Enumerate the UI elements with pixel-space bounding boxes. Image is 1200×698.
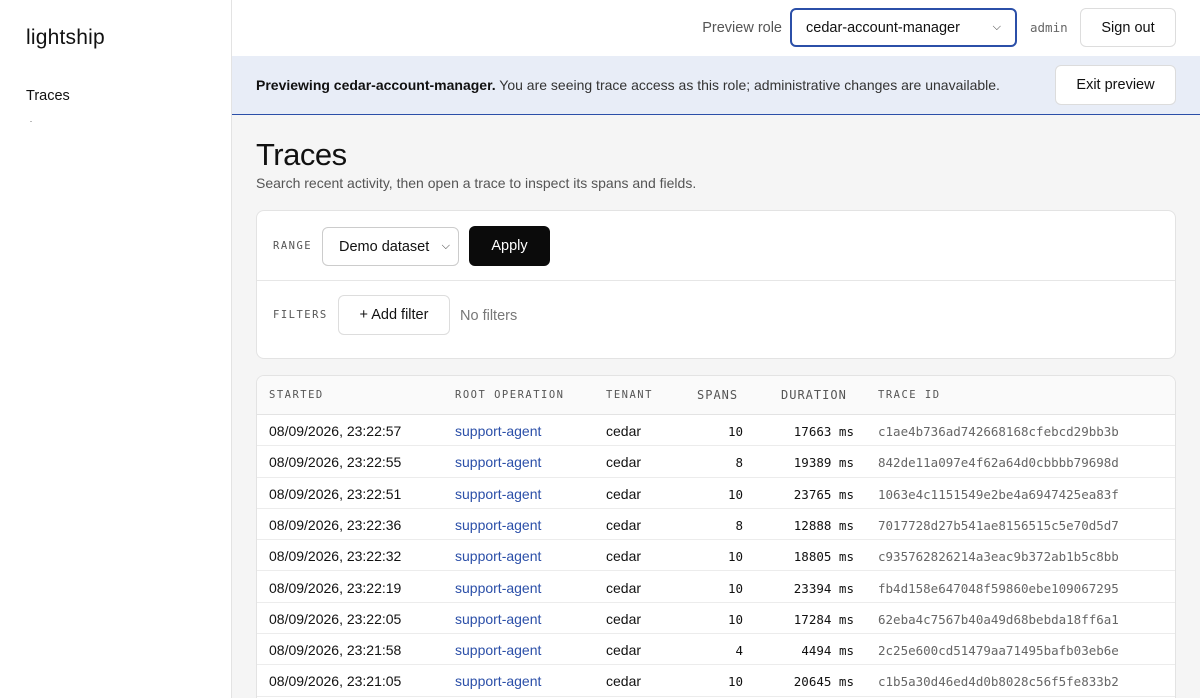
- preview-banner-text: Previewing cedar-account-manager. You ar…: [256, 77, 1000, 93]
- column-header-trace-id[interactable]: TRACE ID: [878, 389, 941, 401]
- preview-role-select[interactable]: cedar-account-manager ⌵: [790, 8, 1017, 47]
- brand-logo[interactable]: lightship: [26, 26, 105, 50]
- cell-root-operation-link[interactable]: support-agent: [455, 423, 541, 439]
- preview-banner-message: You are seeing trace access as this role…: [495, 77, 1000, 93]
- current-user: admin: [1030, 20, 1068, 35]
- cell-spans: 10: [727, 580, 743, 596]
- cell-trace-id: c1b5a30d46ed4d0b8028c56f5fe833b2: [878, 674, 1119, 690]
- cell-trace-id: 2c25e600cd51479aa71495bafb03eb6e: [878, 643, 1119, 659]
- cell-tenant: cedar: [606, 485, 642, 502]
- cell-duration: 4494 ms: [801, 643, 854, 659]
- cell-root-operation-link[interactable]: support-agent: [455, 517, 541, 533]
- filters-label: FILTERS: [273, 309, 328, 321]
- add-filter-button[interactable]: + Add filter: [338, 295, 450, 335]
- cell-duration: 19389 ms: [793, 455, 854, 471]
- cell-started: 08/09/2026, 23:22:36: [269, 516, 402, 533]
- cell-trace-id: 1063e4c1151549e2be4a6947425ea83f: [878, 486, 1119, 502]
- table-row[interactable]: 08/09/2026, 23:22:55 support-agent cedar 8 1…: [257, 446, 1175, 478]
- cell-root-operation-link[interactable]: support-agent: [455, 548, 541, 564]
- table-row[interactable]: 08/09/2026, 23:22:32 support-agent cedar 10…: [257, 540, 1175, 572]
- cell-spans: 10: [727, 486, 743, 502]
- cell-tenant: cedar: [606, 548, 642, 565]
- traces-table: STARTED ROOT OPERATION TENANT SPANS DURA…: [256, 375, 1176, 698]
- column-header-spans[interactable]: SPANS: [697, 388, 738, 402]
- preview-role-value: cedar-account-manager: [806, 19, 960, 36]
- cell-root-operation-link[interactable]: support-agent: [455, 454, 541, 470]
- preview-banner-role: Previewing cedar-account-manager.: [256, 77, 496, 93]
- cell-tenant: cedar: [606, 454, 642, 471]
- cell-trace-id: 62eba4c7567b40a49d68bebda18ff6a1: [878, 611, 1119, 627]
- cell-duration: 17284 ms: [793, 611, 854, 627]
- preview-role-label: Preview role: [702, 20, 782, 36]
- cell-trace-id: 842de11a097e4f62a64d0cbbbb79698d: [878, 455, 1119, 471]
- cell-started: 08/09/2026, 23:22:51: [269, 485, 402, 502]
- cell-trace-id: 7017728d27b541ae8156515c5e70d5d7: [878, 517, 1119, 533]
- cell-started: 08/09/2026, 23:22:32: [269, 548, 402, 565]
- table-row[interactable]: 08/09/2026, 23:22:05 support-agent cedar 10…: [257, 603, 1175, 635]
- exit-preview-button[interactable]: Exit preview: [1055, 65, 1176, 105]
- no-filters-text: No filters: [460, 308, 518, 324]
- cell-tenant: cedar: [606, 673, 642, 690]
- cell-started: 08/09/2026, 23:22:55: [269, 454, 402, 471]
- cell-spans: 4: [735, 643, 743, 659]
- cell-trace-id: fb4d158e647048f59860ebe109067295: [878, 580, 1119, 596]
- cell-spans: 10: [727, 674, 743, 690]
- table-row[interactable]: 08/09/2026, 23:22:36 support-agent cedar 8 1…: [257, 509, 1175, 541]
- column-header-root-operation[interactable]: ROOT OPERATION: [455, 389, 565, 401]
- column-header-duration[interactable]: DURATION: [781, 388, 847, 402]
- sidebar: lightship Traces: [0, 0, 232, 698]
- cell-root-operation-link[interactable]: support-agent: [455, 486, 541, 502]
- range-label: RANGE: [273, 240, 313, 252]
- chevron-down-icon: ⌵: [441, 240, 450, 252]
- table-row[interactable]: 08/09/2026, 23:21:58 support-agent cedar 4 4…: [257, 634, 1175, 666]
- cell-duration: 17663 ms: [793, 424, 854, 439]
- column-header-tenant[interactable]: TENANT: [606, 389, 653, 401]
- range-select[interactable]: Demo dataset ⌵: [322, 227, 459, 266]
- cell-duration: 20645 ms: [793, 674, 854, 690]
- table-row[interactable]: 08/09/2026, 23:21:05 support-agent cedar 10…: [257, 665, 1175, 697]
- cell-root-operation-link[interactable]: support-agent: [455, 580, 541, 596]
- cell-duration: 23765 ms: [793, 486, 854, 502]
- cell-started: 08/09/2026, 23:22:19: [269, 579, 402, 596]
- table-row[interactable]: 08/09/2026, 23:22:51 support-agent cedar 10…: [257, 478, 1175, 509]
- range-value: Demo dataset: [339, 238, 430, 255]
- cell-started: 08/09/2026, 23:21:05: [269, 673, 402, 690]
- cell-root-operation-link[interactable]: support-agent: [455, 611, 541, 627]
- sidebar-divider: [30, 121, 32, 122]
- sidebar-item-traces[interactable]: Traces: [26, 88, 70, 104]
- table-row[interactable]: 08/09/2026, 23:22:19 support-agent cedar 10…: [257, 572, 1175, 603]
- divider: [257, 280, 1175, 281]
- filters-card: RANGE Demo dataset ⌵ Apply FILTERS + Add…: [256, 210, 1176, 359]
- preview-banner: Previewing cedar-account-manager. You ar…: [232, 56, 1200, 115]
- cell-tenant: cedar: [606, 642, 642, 659]
- cell-tenant: cedar: [606, 423, 642, 439]
- page-title: Traces: [256, 137, 347, 172]
- apply-button[interactable]: Apply: [469, 226, 550, 266]
- cell-spans: 10: [727, 424, 743, 439]
- chevron-down-icon: ⌵: [992, 21, 1001, 33]
- sign-out-button[interactable]: Sign out: [1080, 8, 1176, 47]
- cell-started: 08/09/2026, 23:21:58: [269, 642, 402, 659]
- cell-root-operation-link[interactable]: support-agent: [455, 642, 541, 658]
- page-subtitle: Search recent activity, then open a trac…: [256, 175, 697, 191]
- table-row[interactable]: 08/09/2026, 23:22:57 support-agent cedar 10…: [257, 415, 1175, 447]
- cell-tenant: cedar: [606, 516, 642, 533]
- cell-started: 08/09/2026, 23:22:05: [269, 610, 402, 627]
- cell-tenant: cedar: [606, 579, 642, 596]
- cell-started: 08/09/2026, 23:22:57: [269, 423, 402, 439]
- cell-spans: 10: [727, 611, 743, 627]
- column-header-started[interactable]: STARTED: [269, 389, 324, 401]
- cell-duration: 23394 ms: [793, 580, 854, 596]
- cell-spans: 8: [735, 455, 743, 471]
- cell-tenant: cedar: [606, 610, 642, 627]
- cell-root-operation-link[interactable]: support-agent: [455, 673, 541, 689]
- cell-spans: 10: [727, 549, 743, 565]
- cell-trace-id: c1ae4b736ad742668168cfebcd29bb3b: [878, 424, 1119, 439]
- cell-spans: 8: [735, 517, 743, 533]
- cell-trace-id: c935762826214a3eac9b372ab1b5c8bb: [878, 549, 1119, 565]
- cell-duration: 12888 ms: [793, 517, 854, 533]
- cell-duration: 18805 ms: [793, 549, 854, 565]
- table-header: STARTED ROOT OPERATION TENANT SPANS DURA…: [257, 376, 1175, 415]
